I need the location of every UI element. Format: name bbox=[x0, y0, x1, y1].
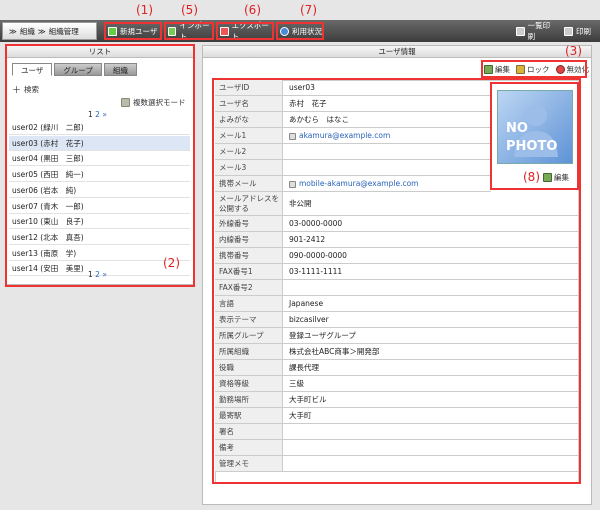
highlight-new-user bbox=[104, 22, 162, 40]
highlight-export bbox=[216, 22, 274, 40]
highlight-detail-table bbox=[212, 78, 581, 484]
breadcrumb-item-org[interactable]: 組織 bbox=[20, 26, 35, 37]
breadcrumb: ≫ 組織 ≫ 組織管理 bbox=[2, 22, 97, 40]
annotation-6: (6) bbox=[244, 3, 261, 17]
annotation-7: (7) bbox=[300, 3, 317, 17]
annotation-5: (5) bbox=[181, 3, 198, 17]
highlight-actions bbox=[481, 60, 587, 78]
print-list-label: 一覧印刷 bbox=[527, 21, 551, 41]
breadcrumb-item-org-admin[interactable]: 組織管理 bbox=[49, 26, 79, 37]
chevron-right-icon: ≫ bbox=[37, 26, 46, 36]
chevron-right-icon: ≫ bbox=[9, 26, 17, 36]
highlight-list-panel bbox=[5, 44, 195, 287]
printer-icon bbox=[516, 26, 525, 36]
print-list-button[interactable]: 一覧印刷 bbox=[512, 21, 556, 41]
annotation-1: (1) bbox=[136, 3, 153, 17]
highlight-usage bbox=[276, 22, 324, 40]
detail-panel-title: ユーザ情報 bbox=[203, 46, 591, 58]
highlight-import bbox=[164, 22, 214, 40]
print-button[interactable]: 印刷 bbox=[560, 22, 596, 40]
annotation-3: (3) bbox=[565, 44, 582, 58]
printer-icon bbox=[564, 26, 573, 36]
print-label: 印刷 bbox=[576, 26, 591, 36]
